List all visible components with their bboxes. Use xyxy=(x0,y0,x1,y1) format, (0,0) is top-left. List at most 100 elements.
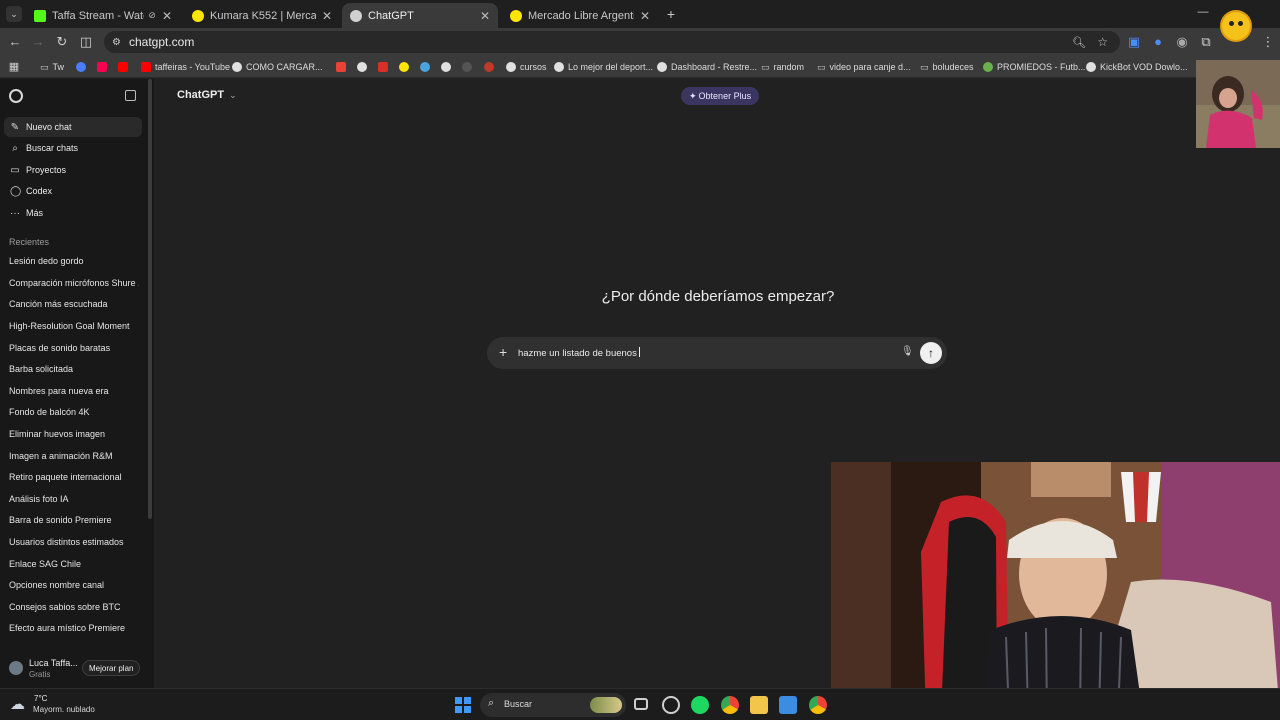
reload-icon[interactable]: ↻ xyxy=(54,34,70,50)
chrome-profile-icon[interactable] xyxy=(809,696,827,714)
spotify-icon[interactable] xyxy=(691,696,709,714)
bookmark-folder[interactable]: ▭ boludeces xyxy=(920,59,974,75)
browser-tab[interactable]: Taffa Stream - Watch Live o ⊘ ✕ xyxy=(26,3,180,28)
recent-chat-item[interactable]: Fondo de balcón 4K xyxy=(9,407,139,417)
browser-tab[interactable]: Kumara K552 | MercadoLibre ✕ xyxy=(184,3,340,28)
recent-chat-item[interactable]: High-Resolution Goal Moment xyxy=(9,321,139,331)
recent-chat-item[interactable]: Comparación micrófonos Shure ... xyxy=(9,278,139,288)
bookmark[interactable]: Lo mejor del deport... xyxy=(554,59,653,75)
close-tab-icon[interactable]: ✕ xyxy=(640,9,650,23)
recent-chat-item[interactable]: Imagen a animación R&M xyxy=(9,451,139,461)
close-tab-icon[interactable]: ✕ xyxy=(480,9,490,23)
bookmark[interactable] xyxy=(118,59,132,75)
extensions-puzzle-icon[interactable]: ⧉ xyxy=(1198,34,1214,50)
recent-chat-item[interactable]: Efecto aura místico Premiere xyxy=(9,623,139,633)
new-tab-icon[interactable]: + xyxy=(663,6,679,22)
recent-chat-item[interactable]: Retiro paquete internacional xyxy=(9,472,139,482)
recent-chat-item[interactable]: Nombres para nueva era xyxy=(9,386,139,396)
zoom-icon[interactable]: 🔍︎ xyxy=(1072,36,1086,49)
microphone-icon[interactable]: 🎙︎ xyxy=(901,346,914,357)
taskbar-search[interactable]: ⌕ Buscar xyxy=(480,693,626,717)
recent-chat-item[interactable]: Lesión dedo gordo xyxy=(9,256,139,266)
split-view-icon[interactable]: ◫ xyxy=(78,34,94,50)
bookmark[interactable] xyxy=(420,59,434,75)
extension-icon[interactable]: ● xyxy=(1150,34,1166,50)
bookmark[interactable] xyxy=(76,59,90,75)
site-info-icon[interactable]: ⚙ xyxy=(112,37,121,48)
sparkle-icon: ✦ xyxy=(689,91,697,101)
bookmark-folder[interactable]: ▭ Tw xyxy=(40,59,64,75)
bookmark[interactable]: COMO CARGAR... xyxy=(232,59,323,75)
chrome-icon[interactable] xyxy=(721,696,739,714)
recent-chat-item[interactable]: Análisis foto IA xyxy=(9,494,139,504)
weather-temperature[interactable]: 7°C xyxy=(34,694,47,703)
chat-composer[interactable]: + hazme un listado de buenos 🎙︎ ↑ xyxy=(487,337,947,369)
bookmark[interactable] xyxy=(378,59,392,75)
obs-icon[interactable] xyxy=(662,696,680,714)
projects-button[interactable]: ▭ Proyectos xyxy=(4,160,142,180)
get-plus-button[interactable]: ✦ Obtener Plus xyxy=(681,87,760,105)
mute-icon[interactable]: ⊘ xyxy=(148,10,156,21)
bookmark[interactable] xyxy=(399,59,413,75)
recent-chat-item[interactable]: Usuarios distintos estimados xyxy=(9,537,139,547)
more-button[interactable]: ··· Más xyxy=(4,203,142,223)
bookmark[interactable] xyxy=(441,59,455,75)
openai-logo-icon[interactable] xyxy=(9,89,23,103)
file-explorer-icon[interactable] xyxy=(750,696,768,714)
plus-icon[interactable]: + xyxy=(499,344,507,360)
recent-chat-item[interactable]: Enlace SAG Chile xyxy=(9,559,139,569)
extension-icon[interactable]: ◉ xyxy=(1174,34,1190,50)
minimize-icon[interactable]: — xyxy=(1196,6,1210,20)
prompt-input[interactable]: hazme un listado de buenos xyxy=(518,347,640,359)
bookmark[interactable] xyxy=(357,59,371,75)
menu-kebab-icon[interactable]: ⋮ xyxy=(1260,34,1276,50)
bookmark[interactable] xyxy=(484,59,498,75)
recent-chat-item[interactable]: Canción más escuchada xyxy=(9,299,139,309)
recent-chat-item[interactable]: Barra de sonido Premiere xyxy=(9,515,139,525)
model-selector[interactable]: ChatGPT ⌄ xyxy=(177,89,237,101)
globe-icon xyxy=(232,62,242,72)
bookmarks-bar: ▦ ▭ Tw taffeiras - YouTube COMO CARGAR...… xyxy=(0,56,1280,78)
youtube-icon xyxy=(118,62,128,72)
recent-chat-item[interactable]: Consejos sabios sobre BTC xyxy=(9,602,139,612)
sidebar-scrollbar[interactable] xyxy=(148,79,152,519)
microsoft-store-icon[interactable] xyxy=(779,696,797,714)
bookmark[interactable]: KickBot VOD Dowlo... xyxy=(1086,59,1188,75)
close-sidebar-icon[interactable] xyxy=(125,90,136,101)
recent-chat-item[interactable]: Placas de sonido baratas xyxy=(9,343,139,353)
weather-description[interactable]: Mayorm. nublado xyxy=(33,705,95,714)
browser-tab-active[interactable]: ChatGPT ✕ xyxy=(342,3,498,28)
recent-chat-item[interactable]: Opciones nombre canal xyxy=(9,580,139,590)
recent-chat-item[interactable]: Eliminar huevos imagen xyxy=(9,429,139,439)
close-tab-icon[interactable]: ✕ xyxy=(322,9,332,23)
bookmark[interactable]: Dashboard - Restre... xyxy=(657,59,757,75)
apps-grid-icon[interactable]: ▦ xyxy=(6,59,22,75)
bookmark[interactable]: taffeiras - YouTube xyxy=(141,59,230,75)
bookmark[interactable] xyxy=(97,59,111,75)
browser-tab[interactable]: Mercado Libre Argentina - Envi ✕ xyxy=(502,3,658,28)
tab-search-button[interactable]: ⌄ xyxy=(6,6,22,22)
forward-icon[interactable]: → xyxy=(30,34,46,50)
windows-start-icon[interactable] xyxy=(455,697,471,713)
recents-heading: Recientes xyxy=(9,237,50,247)
weather-icon[interactable]: ☁ xyxy=(10,695,25,713)
bookmark-folder[interactable]: ▭ random xyxy=(761,59,804,75)
back-icon[interactable]: ← xyxy=(7,34,23,50)
new-chat-button[interactable]: ✎ Nuevo chat xyxy=(4,117,142,137)
bookmark[interactable]: cursos xyxy=(506,59,547,75)
bookmark[interactable] xyxy=(336,59,350,75)
search-chats-button[interactable]: ⌕ Buscar chats xyxy=(4,138,142,158)
bookmark-folder[interactable]: ▭ video para canje d... xyxy=(817,59,911,75)
address-bar[interactable]: ⚙ chatgpt.com 🔍︎ ☆ xyxy=(104,31,1120,53)
codex-button[interactable]: ◯ Codex xyxy=(4,181,142,201)
recent-chat-item[interactable]: Barba solicitada xyxy=(9,364,139,374)
translate-extension-icon[interactable]: ▣ xyxy=(1126,34,1142,50)
user-menu[interactable]: Luca Taffa... Gratis Mejorar plan xyxy=(4,653,150,683)
bookmark[interactable]: PROMIEDOS - Futb... xyxy=(983,59,1086,75)
bookmark-star-icon[interactable]: ☆ xyxy=(1097,35,1108,49)
task-view-icon[interactable] xyxy=(634,698,648,710)
bookmark[interactable] xyxy=(462,59,476,75)
send-button[interactable]: ↑ xyxy=(920,342,942,364)
upgrade-plan-button[interactable]: Mejorar plan xyxy=(82,660,141,676)
close-tab-icon[interactable]: ✕ xyxy=(162,9,172,23)
